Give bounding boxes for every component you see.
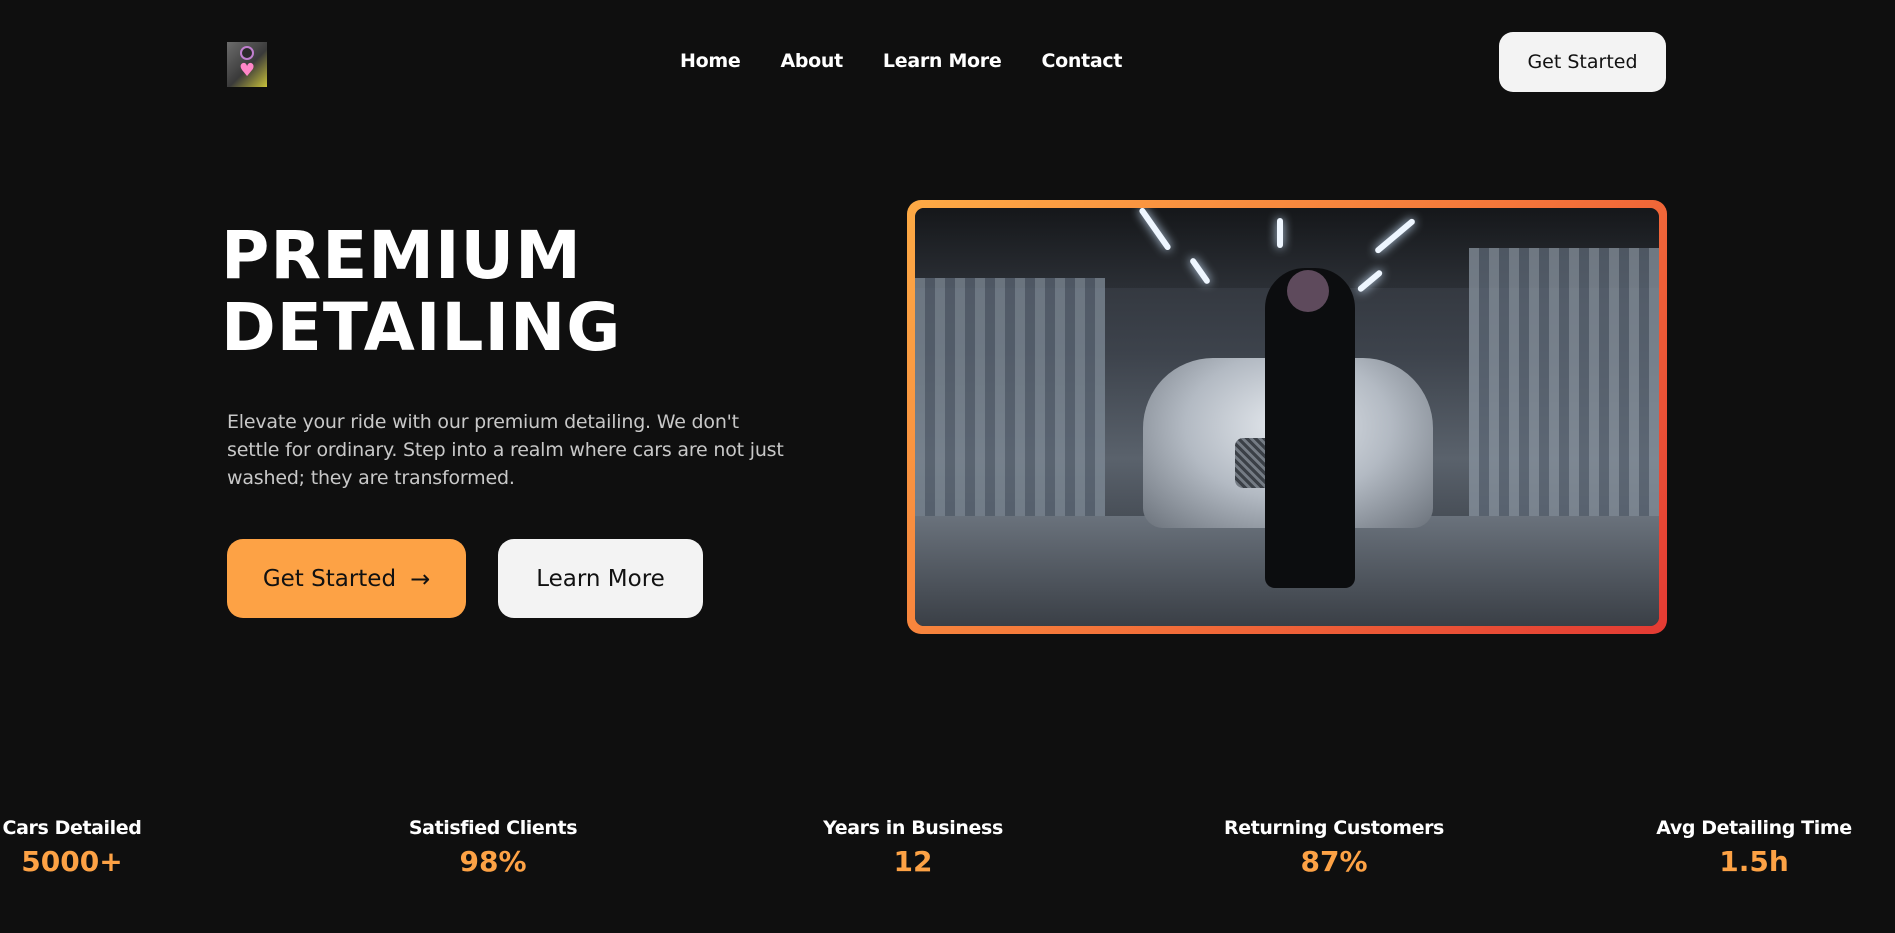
stat-satisfied-clients: Satisfied Clients 98%: [383, 817, 603, 878]
nav-get-started-button[interactable]: Get Started: [1499, 32, 1666, 92]
stat-value: 5000+: [21, 845, 123, 878]
heart-icon: ♥: [239, 60, 256, 81]
stat-value: 1.5h: [1719, 845, 1789, 878]
hero-get-started-label: Get Started: [262, 565, 397, 592]
nav-link-learn-more[interactable]: Learn More: [883, 50, 1002, 72]
page: ♥ Home About Learn More Contact Get Star…: [0, 0, 1895, 933]
stat-cars-detailed: Cars Detailed 5000+: [0, 817, 182, 878]
hero-title-line-1: PREMIUM: [221, 217, 582, 294]
hero-get-started-button[interactable]: Get Started →: [227, 539, 466, 618]
logo-head-shape: [240, 46, 254, 60]
logo[interactable]: ♥: [227, 42, 267, 87]
hero-description: Elevate your ride with our premium detai…: [227, 411, 784, 489]
stat-label: Returning Customers: [1224, 817, 1444, 839]
stat-years-in-business: Years in Business 12: [803, 817, 1023, 878]
nav-link-contact[interactable]: Contact: [1041, 50, 1122, 72]
stat-label: Avg Detailing Time: [1656, 817, 1852, 839]
detailer-head: [1287, 270, 1329, 312]
stat-value: 98%: [459, 845, 527, 878]
stat-label: Cars Detailed: [2, 817, 142, 839]
main-nav: Home About Learn More Contact: [680, 50, 1122, 72]
stat-label: Satisfied Clients: [408, 817, 578, 839]
stat-label: Years in Business: [823, 817, 1003, 839]
hero-title: PREMIUM DETAILING: [221, 220, 621, 364]
stat-returning-customers: Returning Customers 87%: [1224, 817, 1444, 878]
hero-title-line-2: DETAILING: [221, 289, 622, 366]
stat-value: 12: [893, 845, 933, 878]
hero-image: [915, 208, 1659, 626]
ceiling-light: [1277, 218, 1283, 248]
stat-avg-detailing-time: Avg Detailing Time 1.5h: [1644, 817, 1864, 878]
stat-value: 87%: [1300, 845, 1368, 878]
nav-link-about[interactable]: About: [780, 50, 843, 72]
detailer-figure: [1265, 268, 1355, 588]
hero-image-frame: [907, 200, 1667, 634]
hero-learn-more-button[interactable]: Learn More: [498, 539, 703, 618]
nav-link-home[interactable]: Home: [680, 50, 741, 72]
arrow-right-icon: →: [410, 564, 431, 593]
